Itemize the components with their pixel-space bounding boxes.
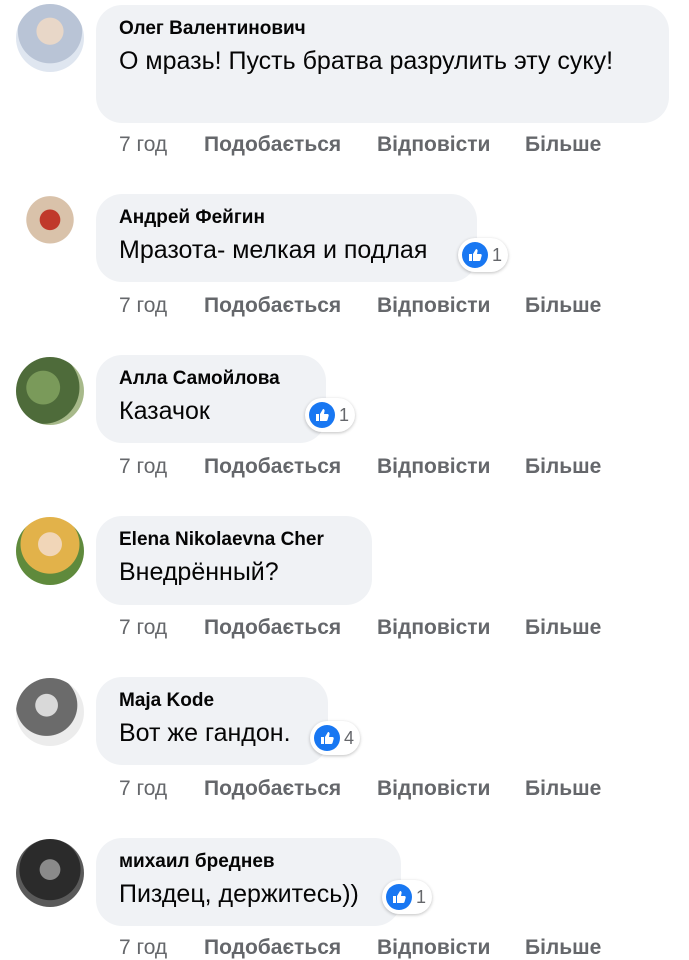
comment-timestamp[interactable]: 7 год <box>119 616 204 640</box>
like-button[interactable]: Подобається <box>204 777 377 801</box>
reply-button[interactable]: Відповісти <box>377 455 525 479</box>
reply-button[interactable]: Відповісти <box>377 936 525 960</box>
comment-actions: 7 год Подобається Відповісти Більше <box>119 616 601 640</box>
more-button[interactable]: Більше <box>525 936 601 960</box>
comment-author[interactable]: Андрей Фейгин <box>119 206 453 230</box>
user-avatar[interactable] <box>16 357 84 425</box>
comment-author[interactable]: Maja Kode <box>119 689 304 713</box>
comment-timestamp[interactable]: 7 год <box>119 936 204 960</box>
comment-actions: 7 год Подобається Відповісти Більше <box>119 936 601 960</box>
reaction-count: 1 <box>416 886 427 907</box>
reply-button[interactable]: Відповісти <box>377 133 525 157</box>
comment-bubble: михаил бреднев Пиздец, держитесь)) <box>96 838 401 926</box>
comment-author[interactable]: Алла Самойлова <box>119 367 302 391</box>
reaction-count: 4 <box>344 727 355 748</box>
thumbs-up-icon <box>462 242 488 268</box>
comment-bubble: Maja Kode Вот же гандон. <box>96 677 328 765</box>
reaction-badge[interactable]: 1 <box>382 880 433 914</box>
like-button[interactable]: Подобається <box>204 133 377 157</box>
user-avatar[interactable] <box>16 4 84 72</box>
comment-timestamp[interactable]: 7 год <box>119 455 204 479</box>
comment-actions: 7 год Подобається Відповісти Більше <box>119 455 601 479</box>
reaction-badge[interactable]: 4 <box>310 721 361 755</box>
comment-timestamp[interactable]: 7 год <box>119 294 204 318</box>
thumbs-up-icon <box>314 725 340 751</box>
comment-author[interactable]: Elena Nikolaevna Cher <box>119 528 348 552</box>
thumbs-up-icon <box>309 402 335 428</box>
user-avatar[interactable] <box>16 196 84 264</box>
more-button[interactable]: Більше <box>525 133 601 157</box>
user-avatar[interactable] <box>16 517 84 585</box>
comment-text: Казачок <box>119 397 210 425</box>
user-avatar[interactable] <box>16 839 84 907</box>
comment-actions: 7 год Подобається Відповісти Більше <box>119 133 601 157</box>
reaction-count: 1 <box>339 404 350 425</box>
comment-text: Мразота- мелкая и подлая <box>119 236 428 264</box>
comment-timestamp[interactable]: 7 год <box>119 133 204 157</box>
like-button[interactable]: Подобається <box>204 616 377 640</box>
user-avatar[interactable] <box>16 678 84 746</box>
comment-author[interactable]: михаил бреднев <box>119 850 377 874</box>
like-button[interactable]: Подобається <box>204 936 377 960</box>
comment-text: Пиздец, держитесь)) <box>119 880 359 908</box>
comment-bubble: Алла Самойлова Казачок <box>96 355 326 443</box>
comment-text: О мразь! Пусть братва разрулить эту суку… <box>119 47 614 75</box>
comment-actions: 7 год Подобається Відповісти Більше <box>119 294 601 318</box>
reply-button[interactable]: Відповісти <box>377 294 525 318</box>
more-button[interactable]: Більше <box>525 455 601 479</box>
comment-bubble: Олег Валентинович О мразь! Пусть братва … <box>96 5 669 123</box>
reply-button[interactable]: Відповісти <box>377 777 525 801</box>
like-button[interactable]: Подобається <box>204 294 377 318</box>
more-button[interactable]: Більше <box>525 616 601 640</box>
thumbs-up-icon <box>386 884 412 910</box>
comment-text: Вот же гандон. <box>119 719 291 747</box>
comment-actions: 7 год Подобається Відповісти Більше <box>119 777 601 801</box>
reaction-badge[interactable]: 1 <box>305 398 356 432</box>
reply-button[interactable]: Відповісти <box>377 616 525 640</box>
more-button[interactable]: Більше <box>525 294 601 318</box>
comment-author[interactable]: Олег Валентинович <box>119 17 645 41</box>
comment-timestamp[interactable]: 7 год <box>119 777 204 801</box>
comment-text: Внедрённый? <box>119 558 279 586</box>
reaction-badge[interactable]: 1 <box>458 238 509 272</box>
more-button[interactable]: Більше <box>525 777 601 801</box>
comment-bubble: Андрей Фейгин Мразота- мелкая и подлая <box>96 194 477 282</box>
like-button[interactable]: Подобається <box>204 455 377 479</box>
reaction-count: 1 <box>492 244 503 265</box>
comment-bubble: Elena Nikolaevna Cher Внедрённый? <box>96 516 372 605</box>
